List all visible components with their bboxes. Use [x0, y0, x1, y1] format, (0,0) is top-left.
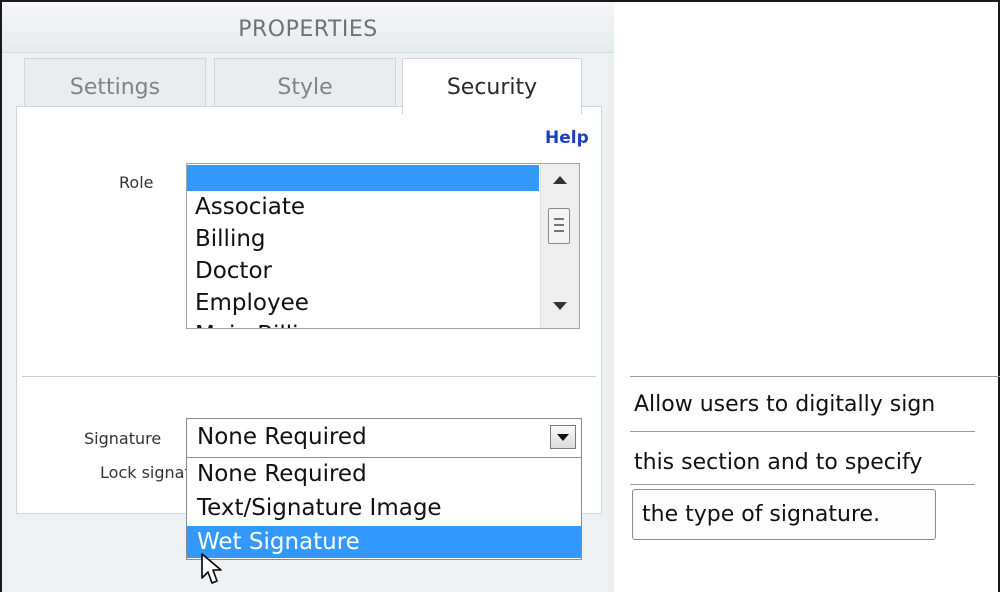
scroll-up-arrow-icon[interactable] — [553, 176, 567, 184]
chevron-down-icon — [557, 434, 569, 441]
role-option-associate[interactable]: Associate — [187, 191, 539, 223]
lock-signature-label: Lock signature — [100, 463, 186, 482]
callout-line-1: Allow users to digitally sign — [634, 392, 936, 417]
callout-rule — [630, 484, 975, 485]
panel-title: PROPERTIES — [2, 2, 614, 53]
signature-option-none[interactable]: None Required — [187, 458, 581, 490]
scroll-thumb[interactable] — [548, 208, 570, 244]
signature-selected-value: None Required — [197, 424, 367, 450]
scroll-down-arrow-icon[interactable] — [553, 302, 567, 310]
callout-rule — [630, 431, 975, 432]
signature-label: Signature — [84, 429, 162, 448]
signature-option-wet[interactable]: Wet Signature — [187, 526, 581, 558]
signature-options-list[interactable]: None Required Text/Signature Image Wet S… — [186, 458, 582, 560]
role-option-doctor[interactable]: Doctor — [187, 255, 539, 287]
tab-settings[interactable]: Settings — [24, 58, 206, 108]
dropdown-arrow-button[interactable] — [550, 425, 576, 449]
role-listbox[interactable]: Associate Billing Doctor Employee Main B… — [186, 163, 580, 329]
tab-security[interactable]: Security — [402, 58, 582, 114]
signature-dropdown[interactable]: None Required — [186, 418, 582, 458]
role-label: Role — [119, 173, 154, 192]
signature-option-text-image[interactable]: Text/Signature Image — [187, 492, 581, 524]
callout-rule — [630, 376, 1000, 377]
role-option-blank[interactable] — [187, 165, 539, 191]
role-scrollbar[interactable] — [540, 164, 579, 328]
role-option-billing[interactable]: Billing — [187, 223, 539, 255]
mouse-cursor-icon — [201, 553, 222, 584]
role-option-main-billing[interactable]: Main Billing — [187, 319, 539, 328]
help-link[interactable]: Help — [545, 128, 589, 148]
callout-line-2: this section and to specify — [634, 450, 923, 475]
role-option-employee[interactable]: Employee — [187, 287, 539, 319]
tab-style[interactable]: Style — [214, 58, 396, 108]
section-divider — [22, 376, 596, 377]
callout-line-3: the type of signature. — [642, 502, 881, 527]
